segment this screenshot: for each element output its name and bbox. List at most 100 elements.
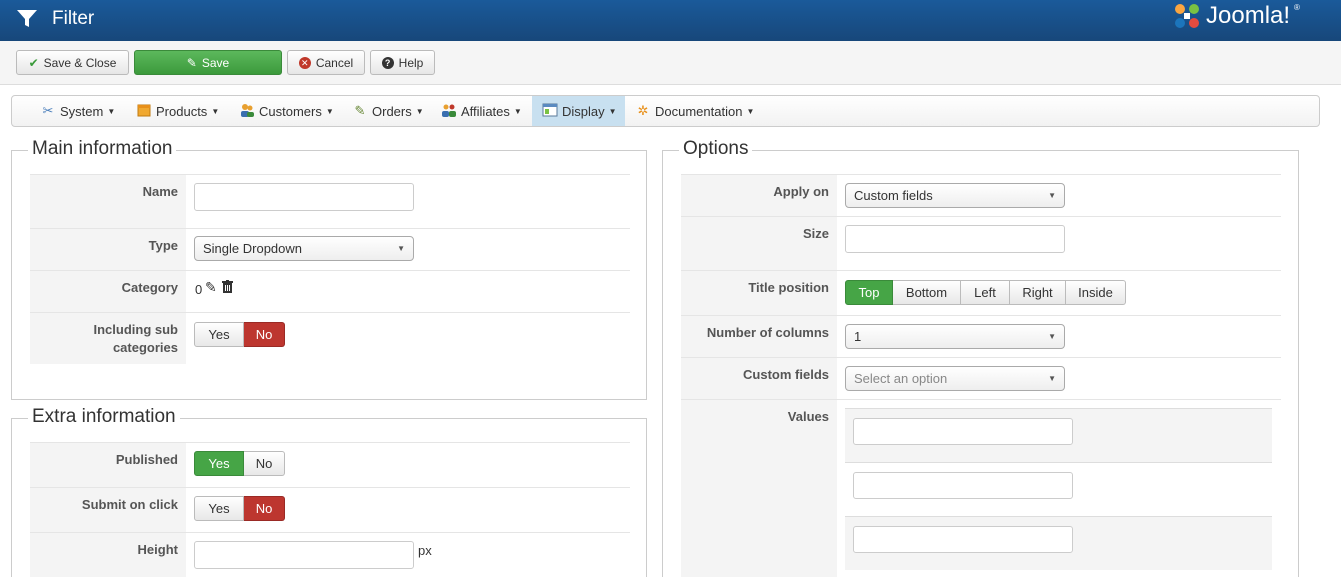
custom-fields-label: Custom fields xyxy=(681,358,837,399)
menu-customers-label: Customers xyxy=(259,103,322,119)
extra-information-legend: Extra information xyxy=(28,405,180,429)
caret-down-icon: ▼ xyxy=(513,106,522,116)
value-entry-1 xyxy=(845,408,1272,462)
menu-customers[interactable]: Customers ▼ xyxy=(239,96,334,126)
custom-fields-select[interactable]: Select an option ▼ xyxy=(845,366,1065,391)
title-position-inside[interactable]: Inside xyxy=(1066,280,1126,305)
title-position-top[interactable]: Top xyxy=(845,280,893,305)
box-icon xyxy=(136,103,152,119)
dropdown-arrow-icon: ▼ xyxy=(1048,332,1056,341)
published-label: Published xyxy=(30,443,186,487)
options-legend: Options xyxy=(679,137,753,161)
subcategories-no-button[interactable]: No xyxy=(244,322,285,347)
category-row: Category 0 ✎ xyxy=(30,270,630,312)
columns-select[interactable]: 1 ▼ xyxy=(845,324,1065,349)
menu-display[interactable]: Display ▼ xyxy=(532,96,625,126)
menu-products[interactable]: Products ▼ xyxy=(136,96,219,126)
published-no-button[interactable]: No xyxy=(244,451,285,476)
dropdown-arrow-icon: ▼ xyxy=(397,244,405,253)
size-row: Size xyxy=(681,216,1281,270)
height-label: Height xyxy=(30,533,186,577)
extra-information-fieldset: Extra information Published Yes No Submi… xyxy=(11,405,647,577)
edit-icon: ✎ xyxy=(186,55,197,70)
name-input[interactable] xyxy=(194,183,414,211)
caret-down-icon: ▼ xyxy=(415,106,424,116)
submit-yes-button[interactable]: Yes xyxy=(194,496,244,521)
save-close-button[interactable]: ✔ Save & Close xyxy=(16,50,129,75)
subcategories-yes-button[interactable]: Yes xyxy=(194,322,244,347)
save-button[interactable]: ✎ Save xyxy=(134,50,282,75)
menu-system-label: System xyxy=(60,103,104,119)
values-label: Values xyxy=(681,400,837,577)
menu-orders-label: Orders xyxy=(372,103,412,119)
dropdown-arrow-icon: ▼ xyxy=(1048,374,1056,383)
toolbar: ✔ Save & Close ✎ Save ✕ Cancel ? Help xyxy=(0,41,1341,85)
subcategories-label: Including sub categories xyxy=(30,313,186,364)
columns-row: Number of columns 1 ▼ xyxy=(681,315,1281,357)
columns-label: Number of columns xyxy=(681,316,837,357)
help-icon: ? xyxy=(381,56,394,69)
subcategories-label-line1: Including sub xyxy=(93,322,179,337)
value-entry-3 xyxy=(845,516,1272,570)
help-label: Help xyxy=(398,55,424,70)
published-yes-button[interactable]: Yes xyxy=(194,451,244,476)
help-button[interactable]: ? Help xyxy=(370,50,435,75)
dropdown-arrow-icon: ▼ xyxy=(1048,191,1056,200)
title-position-left[interactable]: Left xyxy=(961,280,1010,305)
edit-pencil-icon[interactable]: ✎ xyxy=(205,279,217,296)
caret-down-icon: ▼ xyxy=(608,106,617,116)
group-icon xyxy=(441,103,457,119)
height-input[interactable] xyxy=(194,541,414,569)
published-toggle: Yes No xyxy=(194,451,285,476)
submit-no-button[interactable]: No xyxy=(244,496,285,521)
submit-on-click-row: Submit on click Yes No xyxy=(30,487,630,532)
menu-documentation[interactable]: ✲ Documentation ▼ xyxy=(635,96,755,126)
apply-on-row: Apply on Custom fields ▼ xyxy=(681,174,1281,216)
menu-display-label: Display xyxy=(562,103,605,119)
columns-value: 1 xyxy=(854,329,862,344)
apply-on-select[interactable]: Custom fields ▼ xyxy=(845,183,1065,208)
value-input-2[interactable] xyxy=(853,472,1073,499)
joomla-logo-icon xyxy=(1175,4,1199,28)
users-icon xyxy=(239,103,255,119)
caret-down-icon: ▼ xyxy=(107,106,116,116)
size-input[interactable] xyxy=(845,225,1065,253)
type-select[interactable]: Single Dropdown ▼ xyxy=(194,236,414,261)
header-bar: Filter Joomla! ® xyxy=(0,0,1341,41)
main-menu: ✂ System ▼ Products ▼ Customers ▼ ✎ Orde… xyxy=(11,95,1320,127)
category-label: Category xyxy=(30,271,186,312)
trash-icon[interactable] xyxy=(222,280,233,293)
value-input-3[interactable] xyxy=(853,526,1073,553)
height-row: Height px xyxy=(30,532,630,577)
category-value: 0 xyxy=(195,282,203,297)
title-position-bottom[interactable]: Bottom xyxy=(893,280,961,305)
subcategories-row: Including sub categories Yes No xyxy=(30,312,630,364)
caret-down-icon: ▼ xyxy=(211,106,220,116)
logo-text: Joomla! xyxy=(1206,2,1291,29)
cancel-button[interactable]: ✕ Cancel xyxy=(287,50,365,75)
main-information-fieldset: Main information Name Type Single Dropdo… xyxy=(11,137,647,400)
value-input-1[interactable] xyxy=(853,418,1073,445)
submit-on-click-toggle: Yes No xyxy=(194,496,285,521)
menu-affiliates[interactable]: Affiliates ▼ xyxy=(441,96,522,126)
tools-icon: ✂ xyxy=(42,103,54,118)
title-position-right[interactable]: Right xyxy=(1010,280,1066,305)
name-row: Name xyxy=(30,174,630,228)
logo-registered-mark: ® xyxy=(1294,2,1300,12)
cancel-label: Cancel xyxy=(315,55,354,70)
menu-system[interactable]: ✂ System ▼ xyxy=(40,96,116,126)
subcategories-toggle: Yes No xyxy=(194,322,285,347)
menu-products-label: Products xyxy=(156,103,208,119)
page-title: Filter xyxy=(52,8,95,29)
name-label: Name xyxy=(30,175,186,228)
title-position-label: Title position xyxy=(681,271,837,315)
type-row: Type Single Dropdown ▼ xyxy=(30,228,630,270)
apply-on-label: Apply on xyxy=(681,175,837,216)
type-label: Type xyxy=(30,229,186,270)
save-close-label: Save & Close xyxy=(43,55,117,70)
subcategories-label-line2: categories xyxy=(112,340,178,355)
apply-on-value: Custom fields xyxy=(854,188,933,203)
values-row: Values xyxy=(681,399,1281,577)
custom-fields-row: Custom fields Select an option ▼ xyxy=(681,357,1281,399)
menu-orders[interactable]: ✎ Orders ▼ xyxy=(352,96,424,126)
